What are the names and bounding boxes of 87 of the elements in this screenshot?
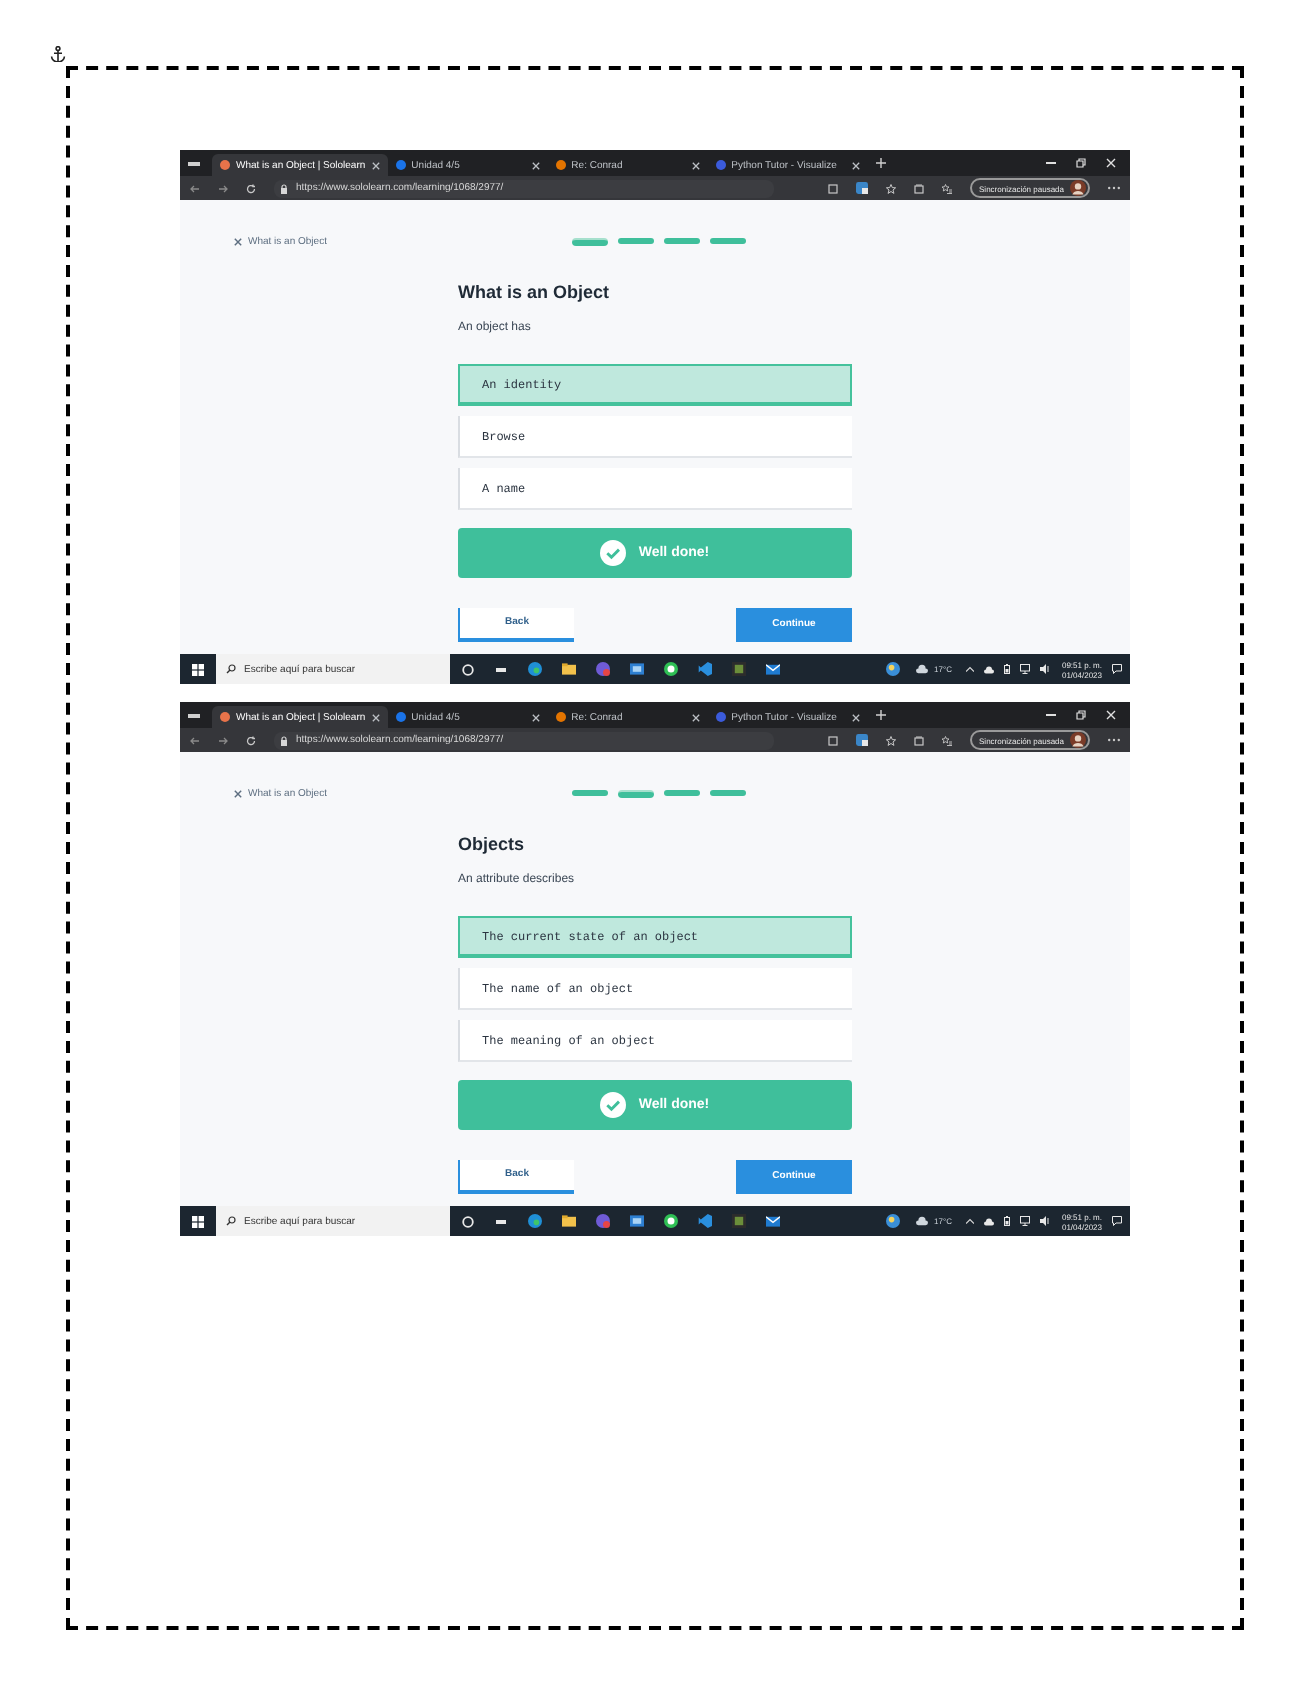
browser-icon[interactable] (528, 1214, 542, 1228)
code-editor-icon[interactable] (698, 662, 712, 676)
close-icon[interactable] (531, 713, 540, 721)
check-circle-icon (600, 1092, 627, 1118)
cloud-icon[interactable] (983, 665, 994, 673)
lock-icon (280, 735, 288, 745)
browser-icon[interactable] (528, 662, 542, 676)
favorites-icon[interactable] (941, 735, 952, 745)
avatar-icon (1070, 180, 1086, 196)
cloud-icon (916, 1216, 929, 1226)
favicon-icon (395, 712, 406, 722)
lesson-title: What is an Object (458, 282, 612, 304)
back-arrow-icon[interactable] (190, 183, 200, 193)
star-icon[interactable] (885, 735, 896, 745)
code-editor-icon[interactable] (698, 1214, 712, 1228)
circle-icon[interactable] (461, 1215, 473, 1227)
close-icon[interactable] (371, 161, 380, 169)
check-circle-icon (600, 540, 627, 566)
circle-icon[interactable] (461, 663, 473, 675)
window-icon[interactable] (630, 1214, 644, 1228)
extension-icon[interactable] (855, 734, 868, 746)
monitor-icon[interactable] (1019, 664, 1030, 674)
start-icon[interactable] (192, 1215, 204, 1227)
tab-icon[interactable] (827, 183, 838, 193)
cloud-icon (916, 664, 929, 674)
close-icon[interactable] (691, 713, 700, 721)
anchor-icon (50, 46, 66, 62)
star-icon[interactable] (885, 183, 896, 193)
block-icon[interactable] (732, 662, 746, 676)
cloud-icon[interactable] (983, 1217, 994, 1225)
mail-icon[interactable] (766, 662, 780, 676)
battery-icon[interactable] (1003, 1216, 1010, 1226)
favicon-icon (555, 160, 566, 170)
monitor-icon[interactable] (1019, 1216, 1030, 1226)
speech-bubble-icon[interactable] (1111, 1216, 1121, 1226)
favicon-icon (715, 712, 726, 722)
tab-icon[interactable] (827, 735, 838, 745)
favicon-icon (220, 712, 230, 722)
extension-icon[interactable] (855, 182, 868, 194)
restore-icon[interactable] (1076, 710, 1086, 720)
close-icon[interactable] (851, 713, 860, 721)
favicon-icon (555, 712, 566, 722)
weather-icon[interactable] (886, 1214, 901, 1228)
avatar-icon (1070, 732, 1086, 748)
folder-icon[interactable] (562, 662, 576, 676)
block-icon[interactable] (732, 1214, 746, 1228)
start-icon[interactable] (192, 663, 204, 675)
plus-icon[interactable] (875, 158, 886, 168)
forward-arrow-icon[interactable] (218, 183, 228, 193)
reload-icon[interactable] (246, 183, 256, 193)
plus-icon[interactable] (875, 710, 886, 720)
close-icon[interactable] (691, 161, 700, 169)
lesson-title: Objects (458, 834, 527, 856)
app-icon[interactable] (596, 662, 610, 676)
forward-arrow-icon[interactable] (218, 735, 228, 745)
chat-icon[interactable] (664, 662, 678, 676)
search-icon (226, 1216, 236, 1226)
favorites-icon[interactable] (941, 183, 952, 193)
restore-icon[interactable] (1076, 158, 1086, 168)
favicon-icon (715, 160, 726, 170)
reload-icon[interactable] (246, 735, 256, 745)
close-icon[interactable] (371, 713, 380, 721)
close-icon[interactable] (1106, 710, 1116, 720)
mail-icon[interactable] (766, 1214, 780, 1228)
close-icon[interactable] (1106, 158, 1116, 168)
window-icon[interactable] (630, 662, 644, 676)
speaker-icon[interactable] (1039, 1216, 1050, 1226)
favicon-icon (220, 160, 230, 170)
close-icon[interactable] (851, 161, 860, 169)
speaker-icon[interactable] (1039, 664, 1050, 674)
caret-icon[interactable] (965, 666, 974, 672)
caret-icon[interactable] (965, 1218, 974, 1224)
collections-icon[interactable] (913, 735, 924, 745)
lock-icon (280, 183, 288, 193)
favicon-icon (395, 160, 406, 170)
search-icon (226, 664, 236, 674)
back-arrow-icon[interactable] (190, 735, 200, 745)
close-icon (234, 238, 242, 246)
chat-icon[interactable] (664, 1214, 678, 1228)
battery-icon[interactable] (1003, 664, 1010, 674)
folder-icon[interactable] (562, 1214, 576, 1228)
weather-icon[interactable] (886, 662, 901, 676)
speech-bubble-icon[interactable] (1111, 664, 1121, 674)
app-icon[interactable] (596, 1214, 610, 1228)
close-icon[interactable] (531, 161, 540, 169)
collections-icon[interactable] (913, 183, 924, 193)
close-icon (234, 790, 242, 798)
